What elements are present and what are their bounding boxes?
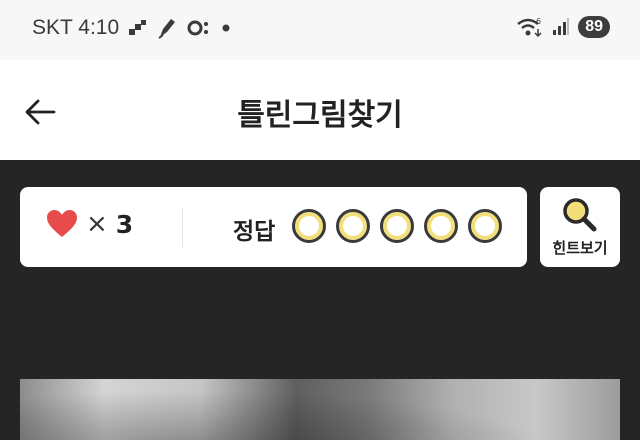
pen-icon bbox=[158, 19, 176, 39]
notification-icons bbox=[129, 17, 231, 39]
hint-button[interactable]: 힌트보기 bbox=[540, 187, 620, 267]
game-status-card: × 3 정답 bbox=[20, 187, 527, 267]
status-left: SKT 4:10 bbox=[32, 16, 231, 40]
lives-count: 3 bbox=[115, 209, 134, 239]
answer-slot bbox=[292, 209, 326, 243]
app-icon bbox=[129, 20, 147, 35]
battery-badge: 89 bbox=[578, 16, 610, 38]
lives-indicator: × 3 bbox=[46, 209, 133, 239]
app-header: 틀린그림찾기 bbox=[0, 60, 640, 160]
magnifier-icon bbox=[563, 198, 597, 232]
puzzle-image[interactable] bbox=[20, 379, 620, 440]
carrier-time: SKT 4:10 bbox=[32, 16, 120, 39]
ring-icon bbox=[187, 20, 209, 36]
hint-button-label: 힌트보기 bbox=[552, 239, 608, 257]
page-title: 틀린그림찾기 bbox=[237, 98, 403, 133]
dot-icon bbox=[222, 24, 230, 32]
divider bbox=[182, 207, 183, 247]
answer-slots bbox=[292, 209, 502, 243]
answer-slot bbox=[380, 209, 414, 243]
answer-slot bbox=[468, 209, 502, 243]
signal-icon bbox=[553, 18, 570, 35]
status-bar: SKT 4:10 6 89 bbox=[0, 0, 640, 60]
game-area: × 3 정답 힌트보기 bbox=[0, 160, 640, 440]
svg-text:6: 6 bbox=[536, 17, 541, 26]
answer-label: 정답 bbox=[233, 219, 276, 245]
wifi-6-icon: 6 bbox=[517, 17, 542, 38]
puzzle-image-shade bbox=[20, 379, 620, 440]
lives-multiplier: × bbox=[86, 209, 108, 239]
answer-slot bbox=[424, 209, 458, 243]
heart-icon bbox=[47, 210, 77, 237]
status-right: 6 89 bbox=[516, 16, 610, 38]
answer-slot bbox=[336, 209, 370, 243]
